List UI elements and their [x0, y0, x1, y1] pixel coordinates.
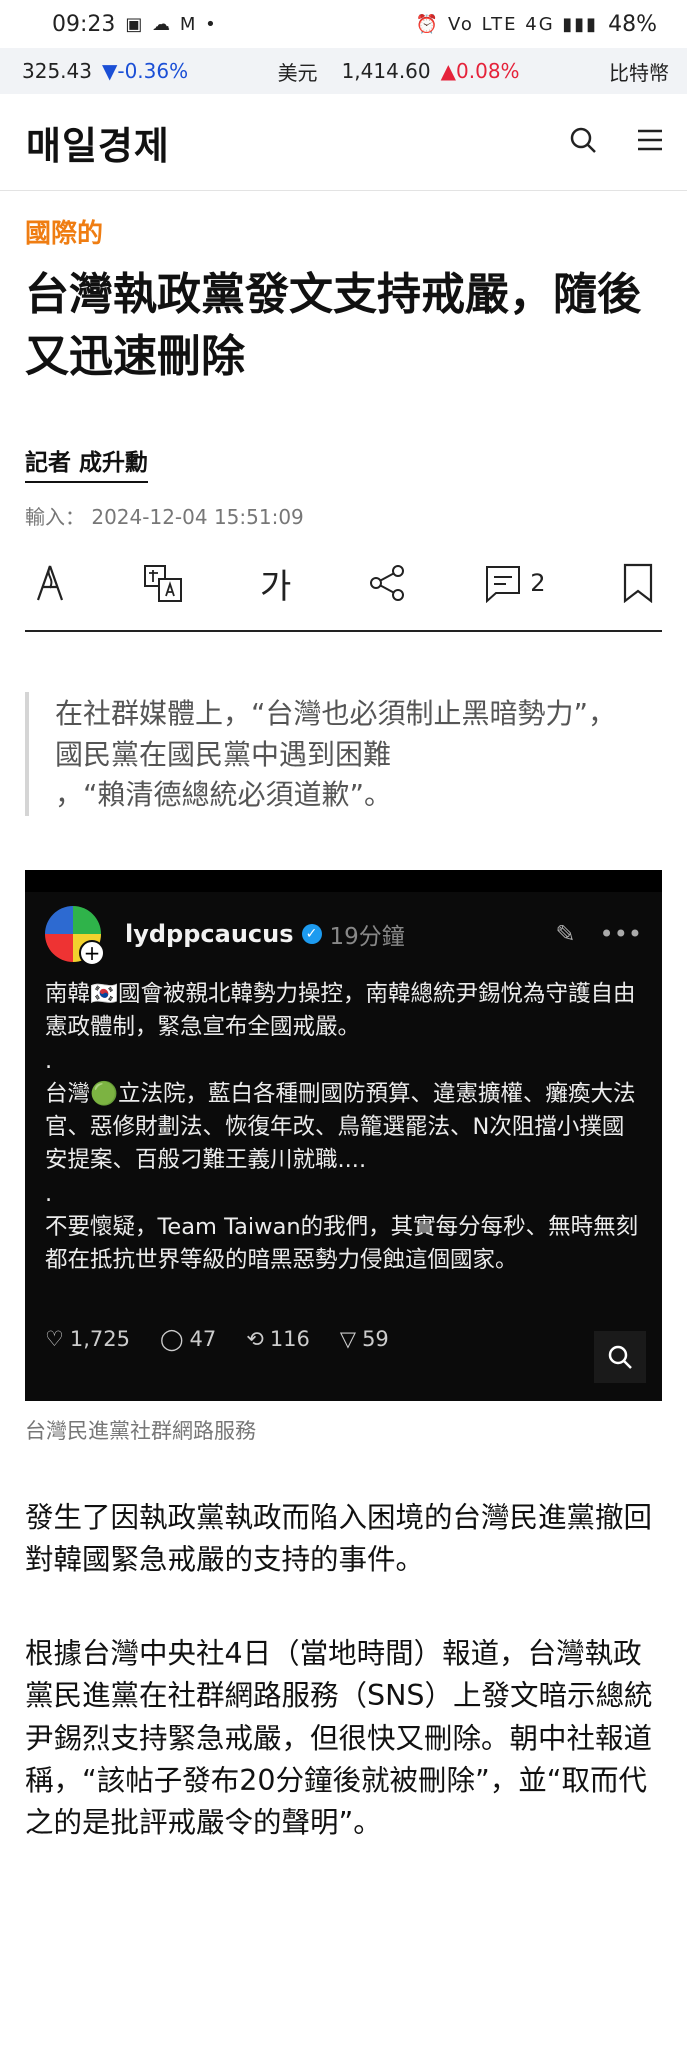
ticker-right-label: 比特幣	[608, 60, 669, 85]
search-icon[interactable]	[569, 126, 597, 158]
ticker-currency-change: ▲0.08%	[440, 59, 520, 83]
heart-icon: ♡	[45, 1326, 64, 1351]
status-time: 09:23	[52, 11, 116, 37]
post-top-bar	[25, 869, 662, 892]
ai-summary-button[interactable]	[33, 563, 67, 603]
font-size-button[interactable]: 가	[260, 559, 291, 608]
post-paragraph: 台灣🟢立法院，藍白各種刪國防預算、違憲擴權、癱瘓大法官、惡修財劃法、恢復年改、鳥…	[45, 1080, 636, 1174]
reporter-link[interactable]: 記者 成升勳	[25, 443, 149, 484]
follow-plus-icon: +	[79, 939, 105, 966]
post-paragraph: 不要懷疑，Team Taiwan的我們，其實每分每秒、無時無刻都在抵抗世界等級的…	[45, 1214, 639, 1274]
bookmark-button[interactable]	[622, 563, 654, 604]
status-bar: 09:23 ▣ ☁ M • ⏰ Vo LTE 4G ▮▮▮ 48%	[0, 0, 687, 48]
social-post-image[interactable]: + lydppcaucus ✓ 19分鐘 ✎ ••• 南韓🇰🇷國會被親北韓勢力操…	[25, 869, 662, 1401]
magnify-icon	[608, 1345, 632, 1369]
article-title: 台灣執政黨發文支持戒嚴，隨後又迅速刪除	[25, 269, 641, 382]
post-paragraph: 南韓🇰🇷國會被親北韓勢力操控，南韓總統尹錫悅為守護自由憲政體制，緊急宣布全國戒嚴…	[45, 980, 636, 1041]
post-stats: ♡ 1,725 ◯ 47 ⟲ 116 ▽ 59	[45, 1327, 389, 1351]
share-icon	[369, 565, 404, 602]
font-size-label: 가	[259, 566, 292, 607]
translate-icon	[144, 565, 183, 603]
edit-icon: ✎	[555, 919, 576, 948]
post-time: 19分鐘	[329, 923, 405, 950]
like-count: 1,725	[69, 1326, 130, 1351]
quote-line: 在社群媒體上，“台灣也必須制止黑暗勢力”，	[55, 697, 617, 731]
market-ticker[interactable]: 325.43 ▼-0.36% 美元 1,414.60 ▲0.08% 比特幣	[0, 48, 687, 94]
reply-icon: ◯	[159, 1326, 184, 1351]
battery-level: 48%	[608, 11, 657, 37]
verified-badge-icon: ✓	[301, 923, 322, 944]
site-header: 매일경제	[0, 94, 687, 191]
share-count: 59	[362, 1326, 389, 1351]
repost-icon: ⟲	[246, 1326, 264, 1351]
article-summary-quote: 在社群媒體上，“台灣也必須制止黑暗勢力”， 國民黨在國民黨中遇到困難 ，“賴清德…	[25, 692, 662, 816]
article-paragraph: 根據台灣中央社4日（當地時間）報道，台灣執政黨民進黨在社群網路服務（SNS）上發…	[25, 1637, 653, 1839]
more-icon: •••	[599, 919, 642, 948]
post-username: lydppcaucus	[125, 919, 294, 948]
ticker-left-value: 325.43	[22, 59, 92, 83]
reply-count: 47	[189, 1326, 217, 1351]
ticker-left-change: ▼-0.36%	[101, 59, 189, 83]
menu-icon[interactable]	[637, 128, 663, 156]
avatar: +	[45, 905, 105, 966]
article-paragraph: 發生了因執政黨執政而陷入困境的台灣民進黨撤回對韓國緊急戒嚴的支持的事件。	[25, 1500, 653, 1577]
repost-count: 116	[269, 1326, 310, 1351]
share-button[interactable]	[368, 563, 408, 603]
quote-line: ，“賴清德總統必須道歉”。	[55, 778, 393, 812]
image-caption: 台灣民進黨社群網路服務	[25, 1418, 256, 1443]
article-toolbar: 가 2	[25, 548, 662, 633]
comments-button[interactable]: 2	[484, 563, 546, 604]
bookmark-icon	[623, 564, 653, 604]
signal-icons: ⏰ Vo LTE 4G ▮▮▮	[415, 13, 599, 35]
ai-icon	[36, 565, 64, 601]
comment-count: 2	[530, 569, 546, 598]
translate-button[interactable]	[143, 563, 183, 603]
post-dot: .	[45, 1047, 53, 1074]
ticker-currency-label: 美元	[277, 60, 318, 85]
comment-icon	[486, 566, 521, 604]
quote-line: 國民黨在國民黨中遇到困難	[55, 737, 392, 771]
publish-date: 輸入： 2024-12-04 15:51:09	[25, 505, 304, 530]
post-body: 南韓🇰🇷國會被親北韓勢力操控，南韓總統尹錫悅為守護自由憲政體制，緊急宣布全國戒嚴…	[25, 962, 662, 1278]
article-category[interactable]: 國際的	[25, 213, 662, 250]
notification-icons: ▣ ☁ M •	[125, 13, 218, 35]
site-logo[interactable]: 매일경제	[26, 115, 170, 170]
send-icon: ▽	[339, 1326, 357, 1351]
post-header: + lydppcaucus ✓ 19分鐘 ✎ •••	[25, 892, 662, 966]
post-dot: .	[45, 1180, 53, 1207]
zoom-image-button[interactable]	[594, 1330, 646, 1383]
article: 國際的 台灣執政黨發文支持戒嚴，隨後又迅速刪除 記者 成升勳 輸入： 2024-…	[0, 213, 687, 1844]
ticker-currency-value: 1,414.60	[341, 59, 431, 83]
